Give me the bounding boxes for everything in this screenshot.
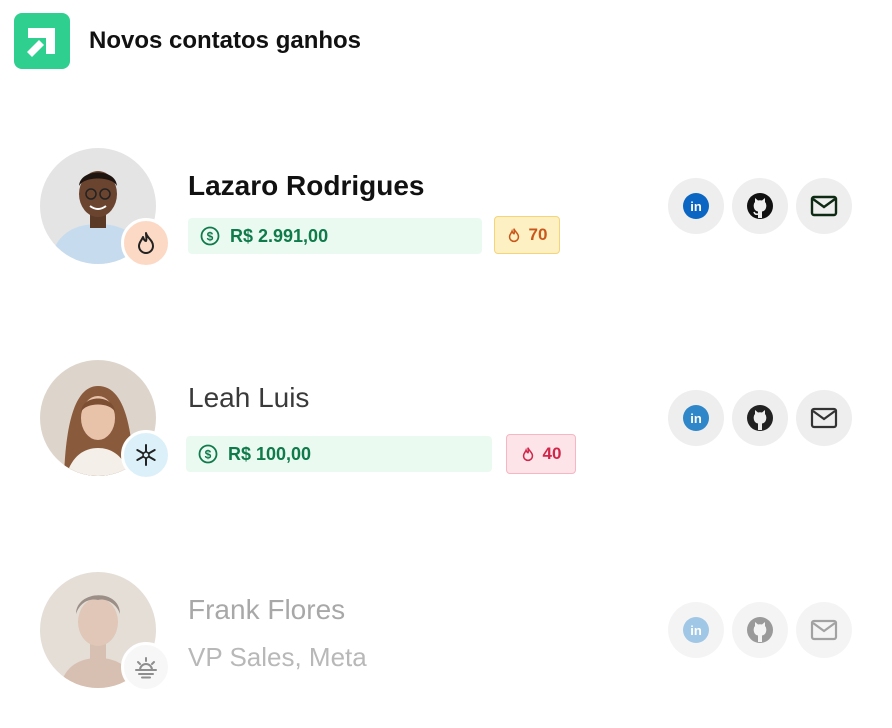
status-badge — [121, 430, 171, 480]
contact-name: Lazaro Rodrigues — [188, 170, 425, 201]
linkedin-button[interactable]: in — [668, 602, 724, 658]
score-value: 70 — [528, 225, 548, 244]
arrow-corner-icon — [27, 28, 55, 57]
avatar-container — [40, 360, 171, 480]
contact-row[interactable]: Lazaro Rodrigues $ R$ 2.991,00 70 in — [40, 148, 860, 268]
flame-icon — [508, 228, 519, 243]
contact-name: Leah Luis — [188, 382, 310, 413]
deal-value: $ R$ 100,00 — [186, 436, 492, 472]
contact-row[interactable]: Leah Luis $ R$ 100,00 40 in — [40, 360, 860, 480]
github-button[interactable] — [732, 390, 788, 446]
avatar-container — [40, 572, 171, 692]
linkedin-icon: in — [683, 405, 709, 431]
github-icon — [747, 405, 773, 431]
social-links: in — [668, 390, 852, 446]
svg-text:in: in — [690, 411, 702, 426]
sunrise-icon — [135, 657, 157, 679]
score-badge: 70 — [494, 216, 560, 254]
contact-name: Frank Flores — [188, 594, 346, 625]
score-value: 40 — [542, 444, 562, 463]
svg-text:in: in — [690, 199, 702, 214]
contact-row[interactable]: Frank Flores VP Sales, Meta in — [40, 572, 860, 692]
score-badge: 40 — [506, 434, 576, 474]
mail-icon — [810, 195, 838, 217]
github-icon — [747, 617, 773, 643]
contact-subtitle: VP Sales, Meta — [188, 642, 367, 672]
widget-header: Novos contatos ganhos — [14, 13, 361, 69]
flame-icon — [138, 232, 154, 254]
email-button[interactable] — [796, 178, 852, 234]
svg-text:in: in — [690, 623, 702, 638]
social-links: in — [668, 602, 852, 658]
dollar-circle-icon: $ — [200, 226, 220, 246]
status-badge — [121, 218, 171, 268]
dollar-circle-icon: $ — [198, 444, 218, 464]
app-logo — [14, 13, 70, 69]
deal-value-text: R$ 100,00 — [228, 443, 312, 464]
svg-text:$: $ — [207, 230, 214, 244]
mail-icon — [810, 619, 838, 641]
linkedin-button[interactable]: in — [668, 178, 724, 234]
svg-text:$: $ — [205, 448, 212, 462]
snowflake-icon — [136, 444, 156, 466]
email-button[interactable] — [796, 390, 852, 446]
status-badge — [121, 642, 171, 692]
avatar-container — [40, 148, 171, 268]
github-button[interactable] — [732, 178, 788, 234]
linkedin-icon: in — [683, 617, 709, 643]
flame-icon — [522, 447, 533, 462]
deal-value: $ R$ 2.991,00 — [188, 218, 482, 254]
email-button[interactable] — [796, 602, 852, 658]
deal-value-text: R$ 2.991,00 — [230, 225, 329, 246]
widget-title: Novos contatos ganhos — [89, 27, 362, 54]
linkedin-icon: in — [683, 193, 709, 219]
social-links: in — [668, 178, 852, 234]
github-button[interactable] — [732, 602, 788, 658]
mail-icon — [810, 407, 838, 429]
github-icon — [747, 193, 773, 219]
linkedin-button[interactable]: in — [668, 390, 724, 446]
